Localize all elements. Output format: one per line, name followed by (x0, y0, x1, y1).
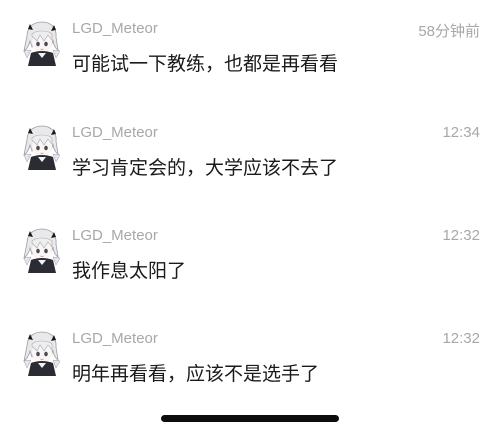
anime-avatar-icon (23, 331, 61, 376)
anime-avatar-icon (23, 21, 61, 66)
avatar[interactable] (18, 330, 64, 376)
message-item[interactable]: LGD_Meteor 12:34 学习肯定会的，大学应该不去了 (0, 124, 500, 224)
message-text: 我作息太阳了 (72, 260, 187, 282)
username[interactable]: LGD_Meteor (72, 20, 158, 37)
timestamp: 12:32 (442, 227, 480, 244)
message-text: 学习肯定会的，大学应该不去了 (72, 157, 339, 179)
avatar[interactable] (18, 20, 64, 66)
message-item[interactable]: LGD_Meteor 12:32 我作息太阳了 (0, 227, 500, 327)
timestamp: 12:34 (442, 124, 480, 141)
message-text: 明年再看看，应该不是选手了 (72, 363, 320, 385)
anime-avatar-icon (23, 228, 61, 273)
username[interactable]: LGD_Meteor (72, 227, 158, 244)
timestamp: 58分钟前 (418, 23, 480, 40)
home-indicator[interactable] (161, 415, 339, 422)
username[interactable]: LGD_Meteor (72, 330, 158, 347)
anime-avatar-icon (23, 125, 61, 170)
username[interactable]: LGD_Meteor (72, 124, 158, 141)
avatar[interactable] (18, 124, 64, 170)
message-item[interactable]: LGD_Meteor 58分钟前 可能试一下教练，也都是再看看 (0, 20, 500, 120)
avatar[interactable] (18, 227, 64, 273)
timestamp: 12:32 (442, 330, 480, 347)
message-text: 可能试一下教练，也都是再看看 (72, 53, 339, 75)
